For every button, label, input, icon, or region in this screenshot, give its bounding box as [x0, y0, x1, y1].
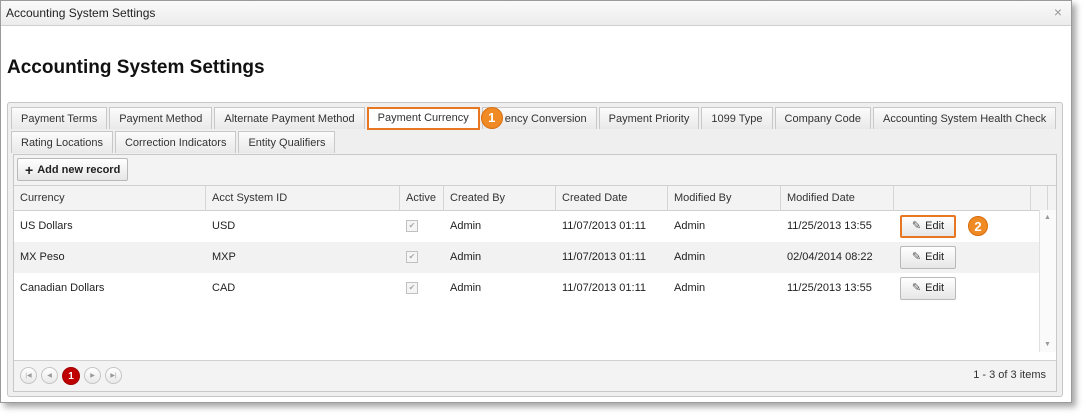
- cell-acct-system-id: MXP: [212, 251, 236, 263]
- column-header-modified-date[interactable]: Modified Date: [781, 186, 894, 210]
- tab-currency-conversion-label: ency Conversion: [504, 113, 587, 125]
- cell-created-date: 11/07/2013 01:11: [562, 220, 647, 232]
- cell-created-by: Admin: [450, 282, 482, 294]
- active-checkbox: ✔: [406, 220, 418, 233]
- cell-active: ✔: [400, 211, 444, 242]
- window-title: Accounting System Settings: [6, 6, 156, 20]
- cell-modified-date: 02/04/2014 08:22: [787, 251, 873, 263]
- cell-currency: Canadian Dollars: [20, 282, 105, 294]
- grid-header: Currency Acct System ID Active Created B…: [14, 186, 1056, 211]
- callout-badge-1: 1: [480, 107, 503, 130]
- cell-created-date: 11/07/2013 01:11: [562, 251, 647, 263]
- tab-payment-terms[interactable]: Payment Terms: [11, 107, 108, 129]
- cell-actions: ✎ Edit 2: [894, 211, 1031, 242]
- edit-label: Edit: [925, 282, 945, 294]
- edit-label: Edit: [925, 251, 945, 263]
- callout-badge-2: 2: [968, 216, 988, 236]
- currency-grid: + Add new record Currency Acct System ID…: [13, 154, 1057, 392]
- add-new-record-button[interactable]: + Add new record: [17, 158, 129, 181]
- scroll-down-icon[interactable]: ▼: [1044, 341, 1051, 348]
- cell-created-date: 11/07/2013 01:11: [562, 282, 647, 294]
- tab-rating-locations[interactable]: Rating Locations: [11, 131, 113, 153]
- table-row: US Dollars USD ✔ Admin 11/07/2013 01:11 …: [14, 211, 1056, 242]
- previous-page-icon[interactable]: ◀: [41, 367, 58, 384]
- cell-active: ✔: [400, 242, 444, 273]
- cell-modified-by: Admin: [674, 220, 706, 232]
- first-page-icon[interactable]: |◀: [20, 367, 37, 384]
- active-checkbox: ✔: [406, 251, 418, 264]
- pencil-icon: ✎: [911, 220, 922, 232]
- column-header-actions: [894, 186, 1031, 210]
- tab-currency-conversion[interactable]: 1 ency Conversion: [480, 107, 597, 130]
- table-row: Canadian Dollars CAD ✔ Admin 11/07/2013 …: [14, 273, 1056, 304]
- tab-alternate-payment-method[interactable]: Alternate Payment Method: [214, 107, 365, 129]
- cell-modified-by: Admin: [674, 251, 706, 263]
- cell-modified-date: 11/25/2013 13:55: [787, 282, 872, 294]
- column-header-created-by[interactable]: Created By: [444, 186, 556, 210]
- close-icon[interactable]: ×: [1054, 4, 1062, 20]
- cell-acct-system-id: CAD: [212, 282, 236, 294]
- column-header-active[interactable]: Active: [400, 186, 444, 210]
- cell-currency: MX Peso: [20, 251, 65, 263]
- edit-button[interactable]: ✎ Edit: [900, 215, 956, 238]
- tab-entity-qualifiers[interactable]: Entity Qualifiers: [238, 131, 336, 153]
- cell-modified-date: 11/25/2013 13:55: [787, 220, 872, 232]
- cell-active: ✔: [400, 273, 444, 304]
- tab-correction-indicators[interactable]: Correction Indicators: [114, 131, 237, 153]
- column-header-currency[interactable]: Currency: [14, 186, 206, 210]
- window-titlebar: Accounting System Settings ×: [1, 1, 1071, 26]
- tab-company-code[interactable]: Company Code: [774, 107, 871, 129]
- next-page-icon[interactable]: ▶: [84, 367, 101, 384]
- tab-strip-row-2: Rating Locations Correction Indicators E…: [11, 131, 337, 153]
- table-row: MX Peso MXP ✔ Admin 11/07/2013 01:11 Adm…: [14, 242, 1056, 273]
- cell-actions: ✎ Edit: [894, 273, 1031, 304]
- page-title: Accounting System Settings: [7, 57, 265, 78]
- active-checkbox: ✔: [406, 282, 418, 295]
- page-number-current[interactable]: 1: [62, 367, 80, 385]
- edit-button[interactable]: ✎ Edit: [900, 246, 956, 269]
- column-header-scroll-spacer: [1031, 186, 1048, 210]
- plus-icon: +: [25, 161, 34, 178]
- cell-created-by: Admin: [450, 220, 482, 232]
- last-page-icon[interactable]: ▶|: [105, 367, 122, 384]
- grid-pager: |◀ ◀ 1 ▶ ▶| 1 - 3 of 3 items: [14, 360, 1056, 391]
- grid-vertical-scrollbar[interactable]: ▲ ▼: [1039, 210, 1056, 352]
- scroll-up-icon[interactable]: ▲: [1044, 214, 1051, 221]
- grid-toolbar: + Add new record: [14, 155, 1056, 186]
- cell-acct-system-id: USD: [212, 220, 236, 232]
- settings-tab-panel: Payment Terms Payment Method Alternate P…: [7, 102, 1063, 397]
- tab-strip-row-1: Payment Terms Payment Method Alternate P…: [11, 107, 1058, 130]
- pager-info: 1 - 3 of 3 items: [973, 369, 1046, 381]
- column-header-modified-by[interactable]: Modified By: [668, 186, 781, 210]
- pencil-icon: ✎: [911, 282, 922, 294]
- edit-label: Edit: [925, 220, 945, 232]
- cell-actions: ✎ Edit: [894, 242, 1031, 273]
- settings-window: Accounting System Settings × Accounting …: [0, 0, 1072, 403]
- column-header-acct-system-id[interactable]: Acct System ID: [206, 186, 400, 210]
- pencil-icon: ✎: [911, 251, 922, 263]
- tab-1099-type[interactable]: 1099 Type: [701, 107, 773, 129]
- tab-payment-priority[interactable]: Payment Priority: [598, 107, 700, 129]
- tab-payment-currency[interactable]: Payment Currency: [366, 107, 480, 130]
- edit-button[interactable]: ✎ Edit: [900, 277, 956, 300]
- tab-accounting-system-health-check[interactable]: Accounting System Health Check: [872, 107, 1057, 129]
- tab-payment-method[interactable]: Payment Method: [109, 107, 213, 129]
- column-header-created-date[interactable]: Created Date: [556, 186, 668, 210]
- cell-created-by: Admin: [450, 251, 482, 263]
- cell-modified-by: Admin: [674, 282, 706, 294]
- cell-currency: US Dollars: [20, 220, 73, 232]
- add-new-record-label: Add new record: [37, 163, 121, 176]
